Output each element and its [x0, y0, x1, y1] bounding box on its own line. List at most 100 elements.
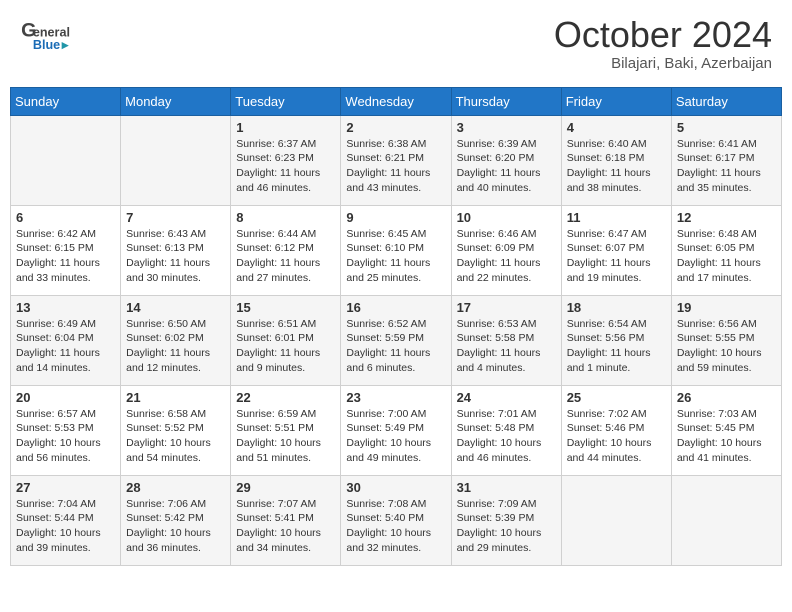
logo-icon: G eneral Blue [20, 15, 70, 60]
day-number: 21 [126, 390, 225, 405]
day-number: 24 [457, 390, 556, 405]
page-header: G eneral Blue October 2024 Bilajari, Bak… [10, 10, 782, 77]
svg-text:Blue: Blue [33, 38, 60, 52]
calendar-day-cell: 12Sunrise: 6:48 AM Sunset: 6:05 PM Dayli… [671, 205, 781, 295]
day-info: Sunrise: 6:45 AM Sunset: 6:10 PM Dayligh… [346, 227, 445, 286]
day-number: 7 [126, 210, 225, 225]
calendar-day-cell: 6 Sunrise: 6:42 AM Sunset: 6:15 PM Daylig… [11, 205, 121, 295]
calendar-day-cell: 31Sunrise: 7:09 AM Sunset: 5:39 PM Dayli… [451, 475, 561, 565]
calendar-day-cell: 23Sunrise: 7:00 AM Sunset: 5:49 PM Dayli… [341, 385, 451, 475]
day-number: 14 [126, 300, 225, 315]
calendar-day-cell [561, 475, 671, 565]
day-info: Sunrise: 6:37 AM Sunset: 6:23 PM Dayligh… [236, 137, 335, 196]
calendar-day-cell: 9Sunrise: 6:45 AM Sunset: 6:10 PM Daylig… [341, 205, 451, 295]
day-info: Sunrise: 6:38 AM Sunset: 6:21 PM Dayligh… [346, 137, 445, 196]
calendar-day-cell: 16 Sunrise: 6:52 AM Sunset: 5:59 PM Dayli… [341, 295, 451, 385]
day-info: Sunrise: 6:56 AM Sunset: 5:55 PM Dayligh… [677, 317, 776, 376]
calendar-day-cell: 1 Sunrise: 6:37 AM Sunset: 6:23 PM Daylig… [231, 115, 341, 205]
calendar-day-cell: 4 Sunrise: 6:40 AM Sunset: 6:18 PM Daylig… [561, 115, 671, 205]
day-info: Sunrise: 6:49 AM Sunset: 6:04 PM Dayligh… [16, 317, 115, 376]
day-number: 17 [457, 300, 556, 315]
day-info: Sunrise: 6:42 AM Sunset: 6:15 PM Dayligh… [16, 227, 115, 286]
day-number: 4 [567, 120, 666, 135]
calendar-body: 1 Sunrise: 6:37 AM Sunset: 6:23 PM Daylig… [11, 115, 782, 565]
day-number: 6 [16, 210, 115, 225]
day-number: 3 [457, 120, 556, 135]
day-info: Sunrise: 6:44 AM Sunset: 6:12 PM Dayligh… [236, 227, 335, 286]
calendar-week-row: 13 Sunrise: 6:49 AM Sunset: 6:04 PM Dayli… [11, 295, 782, 385]
calendar-week-row: 6 Sunrise: 6:42 AM Sunset: 6:15 PM Daylig… [11, 205, 782, 295]
day-number: 15 [236, 300, 335, 315]
day-of-week-header: Tuesday [231, 87, 341, 115]
day-number: 25 [567, 390, 666, 405]
calendar-day-cell: 2 Sunrise: 6:38 AM Sunset: 6:21 PM Daylig… [341, 115, 451, 205]
day-info: Sunrise: 6:52 AM Sunset: 5:59 PM Dayligh… [346, 317, 445, 376]
day-info: Sunrise: 6:51 AM Sunset: 6:01 PM Dayligh… [236, 317, 335, 376]
calendar-day-cell: 3Sunrise: 6:39 AM Sunset: 6:20 PM Daylig… [451, 115, 561, 205]
day-info: Sunrise: 6:57 AM Sunset: 5:53 PM Dayligh… [16, 407, 115, 466]
month-title: October 2024 [554, 15, 772, 55]
day-number: 1 [236, 120, 335, 135]
calendar-day-cell: 19Sunrise: 6:56 AM Sunset: 5:55 PM Dayli… [671, 295, 781, 385]
day-info: Sunrise: 7:02 AM Sunset: 5:46 PM Dayligh… [567, 407, 666, 466]
day-of-week-header: Saturday [671, 87, 781, 115]
calendar-day-cell: 7 Sunrise: 6:43 AM Sunset: 6:13 PM Daylig… [121, 205, 231, 295]
calendar-day-cell: 15 Sunrise: 6:51 AM Sunset: 6:01 PM Dayli… [231, 295, 341, 385]
day-info: Sunrise: 6:50 AM Sunset: 6:02 PM Dayligh… [126, 317, 225, 376]
day-info: Sunrise: 6:53 AM Sunset: 5:58 PM Dayligh… [457, 317, 556, 376]
day-info: Sunrise: 7:06 AM Sunset: 5:42 PM Dayligh… [126, 497, 225, 556]
calendar-week-row: 20 Sunrise: 6:57 AM Sunset: 5:53 PM Dayli… [11, 385, 782, 475]
day-number: 5 [677, 120, 776, 135]
calendar-day-cell [11, 115, 121, 205]
day-number: 22 [236, 390, 335, 405]
day-info: Sunrise: 6:47 AM Sunset: 6:07 PM Dayligh… [567, 227, 666, 286]
calendar-day-cell: 11 Sunrise: 6:47 AM Sunset: 6:07 PM Dayli… [561, 205, 671, 295]
calendar-day-cell: 8 Sunrise: 6:44 AM Sunset: 6:12 PM Daylig… [231, 205, 341, 295]
day-number: 29 [236, 480, 335, 495]
calendar-day-cell: 25 Sunrise: 7:02 AM Sunset: 5:46 PM Dayli… [561, 385, 671, 475]
day-number: 27 [16, 480, 115, 495]
calendar-day-cell: 29 Sunrise: 7:07 AM Sunset: 5:41 PM Dayli… [231, 475, 341, 565]
calendar-day-cell: 17 Sunrise: 6:53 AM Sunset: 5:58 PM Dayli… [451, 295, 561, 385]
day-info: Sunrise: 7:03 AM Sunset: 5:45 PM Dayligh… [677, 407, 776, 466]
calendar-week-row: 27 Sunrise: 7:04 AM Sunset: 5:44 PM Dayli… [11, 475, 782, 565]
calendar-day-cell [121, 115, 231, 205]
day-number: 10 [457, 210, 556, 225]
calendar-day-cell: 13 Sunrise: 6:49 AM Sunset: 6:04 PM Dayli… [11, 295, 121, 385]
calendar-day-cell: 30Sunrise: 7:08 AM Sunset: 5:40 PM Dayli… [341, 475, 451, 565]
calendar-day-cell: 28Sunrise: 7:06 AM Sunset: 5:42 PM Dayli… [121, 475, 231, 565]
day-number: 8 [236, 210, 335, 225]
calendar-week-row: 1 Sunrise: 6:37 AM Sunset: 6:23 PM Daylig… [11, 115, 782, 205]
day-number: 2 [346, 120, 445, 135]
days-of-week-row: SundayMondayTuesdayWednesdayThursdayFrid… [11, 87, 782, 115]
day-info: Sunrise: 7:07 AM Sunset: 5:41 PM Dayligh… [236, 497, 335, 556]
day-number: 12 [677, 210, 776, 225]
calendar-day-cell: 10Sunrise: 6:46 AM Sunset: 6:09 PM Dayli… [451, 205, 561, 295]
day-info: Sunrise: 6:54 AM Sunset: 5:56 PM Dayligh… [567, 317, 666, 376]
day-number: 30 [346, 480, 445, 495]
calendar-day-cell: 5Sunrise: 6:41 AM Sunset: 6:17 PM Daylig… [671, 115, 781, 205]
day-number: 31 [457, 480, 556, 495]
day-number: 16 [346, 300, 445, 315]
calendar-day-cell: 27 Sunrise: 7:04 AM Sunset: 5:44 PM Dayli… [11, 475, 121, 565]
day-number: 18 [567, 300, 666, 315]
day-of-week-header: Thursday [451, 87, 561, 115]
day-number: 11 [567, 210, 666, 225]
calendar-header: SundayMondayTuesdayWednesdayThursdayFrid… [11, 87, 782, 115]
day-of-week-header: Friday [561, 87, 671, 115]
calendar-day-cell: 20 Sunrise: 6:57 AM Sunset: 5:53 PM Dayli… [11, 385, 121, 475]
calendar-day-cell: 24 Sunrise: 7:01 AM Sunset: 5:48 PM Dayli… [451, 385, 561, 475]
day-of-week-header: Monday [121, 87, 231, 115]
day-info: Sunrise: 6:43 AM Sunset: 6:13 PM Dayligh… [126, 227, 225, 286]
day-info: Sunrise: 6:40 AM Sunset: 6:18 PM Dayligh… [567, 137, 666, 196]
day-info: Sunrise: 7:00 AM Sunset: 5:49 PM Dayligh… [346, 407, 445, 466]
calendar-day-cell: 22Sunrise: 6:59 AM Sunset: 5:51 PM Dayli… [231, 385, 341, 475]
day-info: Sunrise: 7:04 AM Sunset: 5:44 PM Dayligh… [16, 497, 115, 556]
day-number: 26 [677, 390, 776, 405]
logo: G eneral Blue [20, 15, 70, 60]
day-number: 13 [16, 300, 115, 315]
day-number: 20 [16, 390, 115, 405]
day-info: Sunrise: 6:58 AM Sunset: 5:52 PM Dayligh… [126, 407, 225, 466]
day-info: Sunrise: 7:01 AM Sunset: 5:48 PM Dayligh… [457, 407, 556, 466]
location-subtitle: Bilajari, Baki, Azerbaijan [554, 55, 772, 72]
